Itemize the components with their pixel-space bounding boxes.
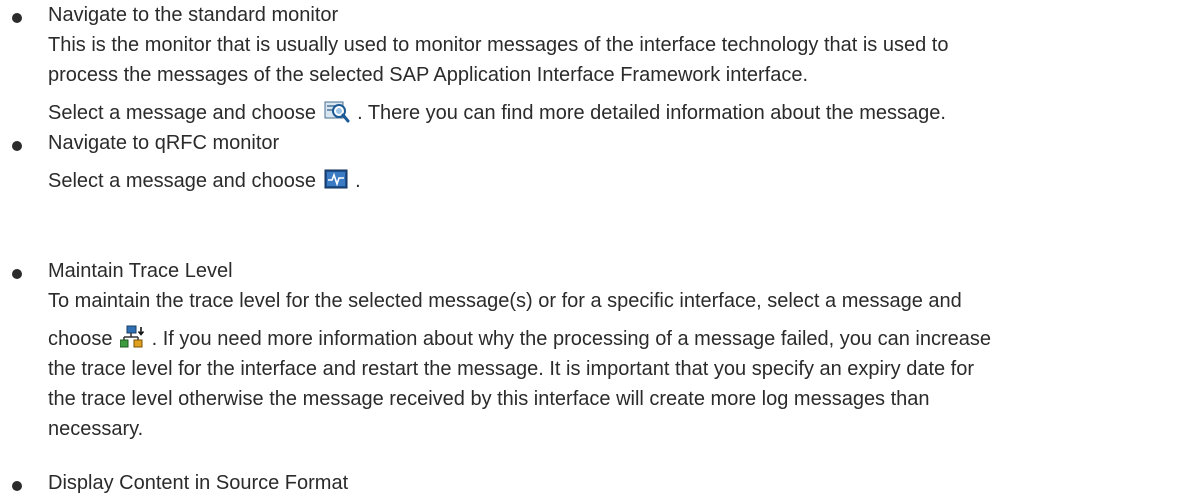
bullet-icon [12, 13, 22, 23]
magnifier-details-icon[interactable] [324, 99, 350, 132]
action-text: . [355, 170, 361, 192]
item-description-line: process the messages of the selected SAP… [48, 64, 809, 86]
item-description-line: This is the monitor that is usually used… [48, 34, 949, 56]
monitor-icon[interactable] [324, 169, 348, 200]
bullet-icon [12, 141, 22, 151]
action-text: Select a message and choose [48, 170, 316, 192]
item-action-line: Select a message and choose . There you … [48, 98, 946, 132]
item-description-line: the trace level for the interface and re… [48, 358, 975, 380]
item-title: Maintain Trace Level [48, 260, 233, 282]
item-description-line: the trace level otherwise the message re… [48, 388, 930, 410]
item-title: Navigate to qRFC monitor [48, 132, 280, 154]
item-action-line: Select a message and choose . [48, 166, 361, 200]
item-action-line: choose . If you need more information ab… [48, 324, 991, 358]
item-description-line: necessary. [48, 418, 144, 440]
action-text: choose [48, 328, 113, 350]
bullet-icon [12, 269, 22, 279]
action-text: Select a message and choose [48, 102, 316, 124]
bullet-icon [12, 481, 22, 491]
action-text: . If you need more information about why… [151, 328, 991, 350]
item-description-line: To maintain the trace level for the sele… [48, 290, 962, 312]
action-text: . There you can find more detailed infor… [357, 102, 946, 124]
item-title: Navigate to the standard monitor [48, 4, 339, 26]
